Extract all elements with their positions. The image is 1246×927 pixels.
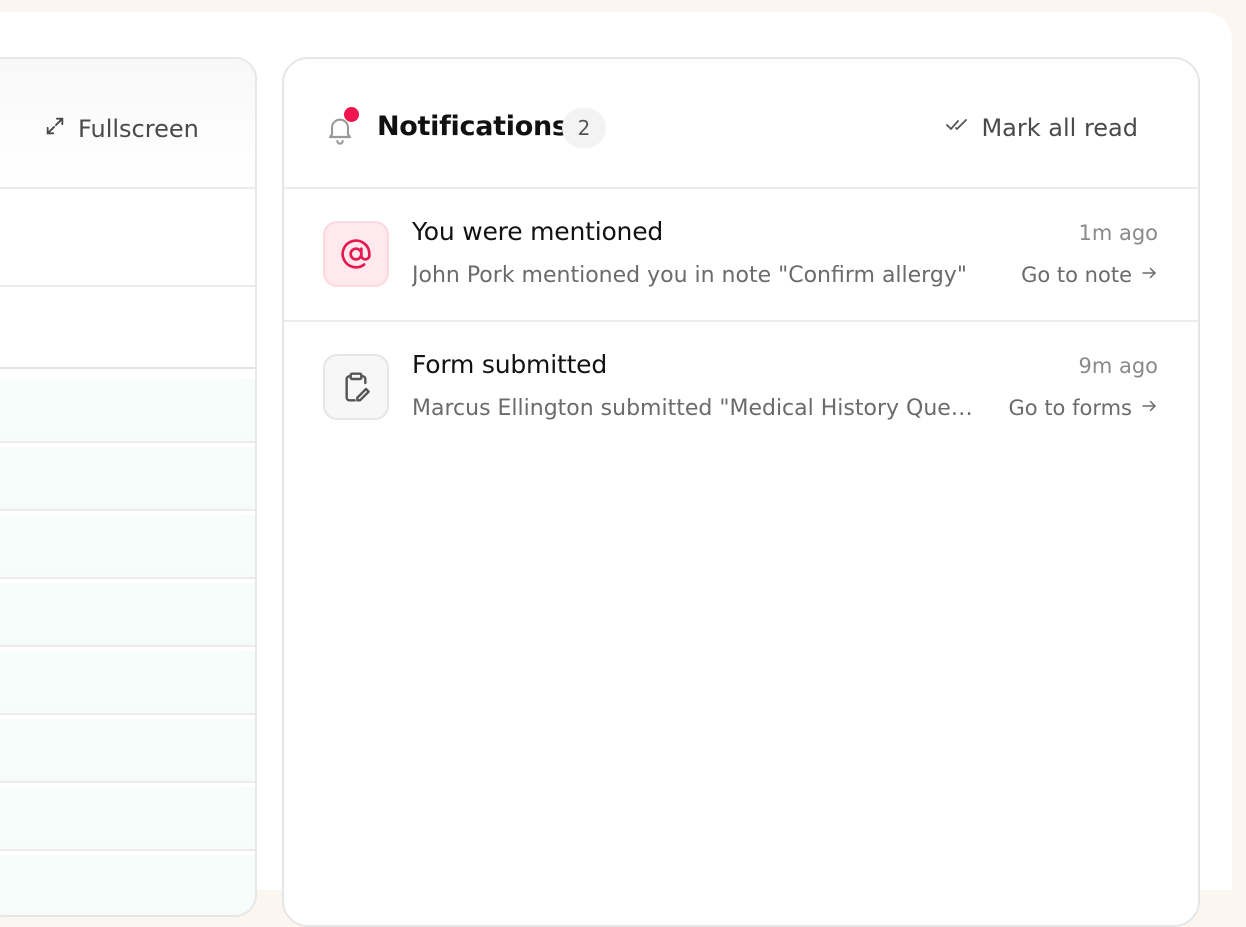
notification-time: 1m ago — [1078, 221, 1158, 245]
mark-all-read-label: Mark all read — [981, 114, 1138, 142]
expand-icon — [44, 115, 66, 143]
double-check-icon — [945, 113, 969, 143]
notification-item[interactable]: Form submitted 9m ago Marcus Ellington s… — [284, 322, 1198, 455]
notification-description: John Pork mentioned you in note "Confirm… — [412, 263, 967, 288]
notification-description: Marcus Ellington submitted "Medical Hist… — [412, 396, 978, 421]
go-to-forms-label: Go to forms — [1008, 396, 1132, 420]
table-row[interactable] — [0, 719, 255, 783]
table-row[interactable] — [0, 651, 255, 715]
table-row[interactable] — [0, 515, 255, 579]
left-panel-table — [0, 375, 255, 915]
notification-time: 9m ago — [1078, 354, 1158, 378]
mark-all-read-button[interactable]: Mark all read — [945, 111, 1138, 145]
clipboard-edit-icon — [345, 372, 370, 402]
table-row[interactable] — [0, 379, 255, 443]
at-sign-icon — [341, 239, 371, 269]
app-canvas: Fullscreen Notifications 2 Mark all read… — [0, 12, 1232, 927]
arrow-right-icon — [1140, 396, 1158, 420]
notification-icon-tile — [323, 221, 389, 287]
notification-title: Form submitted — [412, 350, 608, 379]
left-panel: Fullscreen — [0, 57, 257, 917]
notifications-header: Notifications 2 Mark all read — [284, 59, 1198, 189]
go-to-note-link[interactable]: Go to note — [1021, 263, 1158, 287]
notification-count-badge: 2 — [562, 108, 606, 148]
table-row[interactable] — [0, 583, 255, 647]
left-panel-row — [0, 287, 255, 369]
fullscreen-label: Fullscreen — [78, 115, 199, 143]
notification-item[interactable]: You were mentioned 1m ago John Pork ment… — [284, 189, 1198, 322]
notifications-bell[interactable] — [324, 107, 360, 147]
page-title: Notifications — [377, 111, 568, 142]
go-to-note-label: Go to note — [1021, 263, 1132, 287]
table-row[interactable] — [0, 787, 255, 851]
table-row[interactable] — [0, 447, 255, 511]
notification-title: You were mentioned — [412, 217, 664, 246]
unread-indicator-dot — [344, 107, 359, 122]
left-panel-header: Fullscreen — [0, 59, 255, 189]
left-panel-row — [0, 189, 255, 287]
go-to-forms-link[interactable]: Go to forms — [1009, 396, 1158, 420]
table-row[interactable] — [0, 855, 255, 915]
notifications-panel: Notifications 2 Mark all read You were m… — [282, 57, 1200, 927]
arrow-right-icon — [1140, 263, 1158, 287]
notification-icon-tile — [323, 354, 389, 420]
fullscreen-button[interactable]: Fullscreen — [44, 113, 199, 145]
